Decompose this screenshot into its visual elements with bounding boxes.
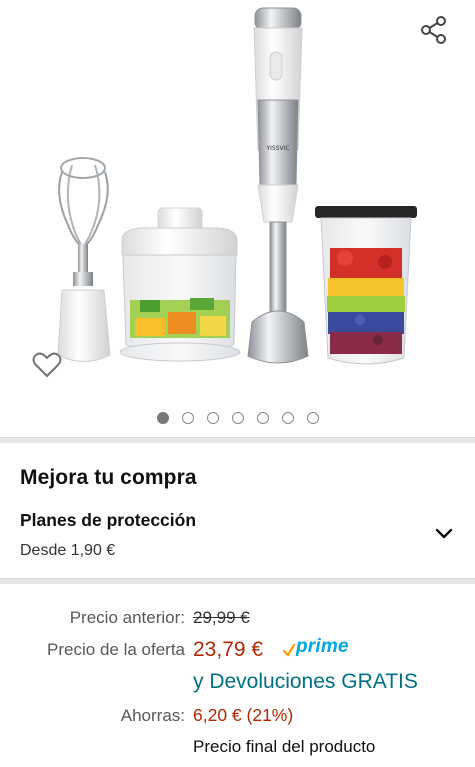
offer-price-value: 23,79 € xyxy=(193,638,264,661)
product-image[interactable]: YISSVIC xyxy=(40,0,440,395)
add-to-list-button[interactable] xyxy=(30,348,64,382)
section-divider xyxy=(0,578,475,584)
chopper-bowl xyxy=(119,207,241,362)
price-details: Precio anterior: 29,99 € Precio de la of… xyxy=(0,590,475,767)
hand-blender: YISSVIC xyxy=(247,7,309,364)
carousel-dot[interactable] xyxy=(256,412,269,424)
section-title: Mejora tu compra xyxy=(20,466,197,489)
savings-label: Ahorras: xyxy=(120,706,185,725)
chevron-down-icon xyxy=(435,528,453,539)
prime-check-icon xyxy=(283,643,295,657)
final-price-note: Precio final del producto xyxy=(193,737,376,756)
carousel-dot[interactable] xyxy=(231,412,244,424)
protection-plans-price: Desde 1,90 € xyxy=(20,542,116,559)
savings-value: 6,20 € (21%) xyxy=(193,705,294,725)
brand-text: YISSVIC xyxy=(265,145,289,152)
prime-label: prime xyxy=(296,636,349,657)
prime-badge: prime xyxy=(283,637,349,657)
previous-price-value: 29,99 € xyxy=(193,608,250,627)
carousel-dot[interactable] xyxy=(206,412,219,424)
previous-price-label: Precio anterior: xyxy=(69,608,185,627)
image-carousel-indicator xyxy=(0,412,475,424)
share-icon xyxy=(421,16,446,44)
protection-plans-row[interactable]: Planes de protección Desde 1,90 € xyxy=(0,502,475,576)
whisk-attachment xyxy=(57,157,111,362)
carousel-dot[interactable] xyxy=(156,412,169,424)
section-divider xyxy=(0,437,475,443)
blending-beaker xyxy=(315,206,417,365)
share-button[interactable] xyxy=(416,12,452,48)
offer-price-label: Precio de la oferta xyxy=(47,640,185,659)
free-returns-link[interactable]: y Devoluciones GRATIS xyxy=(193,670,418,694)
protection-plans-title: Planes de protección xyxy=(20,510,197,530)
carousel-dot[interactable] xyxy=(181,412,194,424)
carousel-dot[interactable] xyxy=(306,412,319,424)
upgrade-purchase-section: Mejora tu compra Planes de protección De… xyxy=(0,452,475,580)
product-image-gallery[interactable]: YISSVIC xyxy=(0,0,475,405)
carousel-dot[interactable] xyxy=(281,412,294,424)
heart-outline-icon xyxy=(32,352,62,377)
